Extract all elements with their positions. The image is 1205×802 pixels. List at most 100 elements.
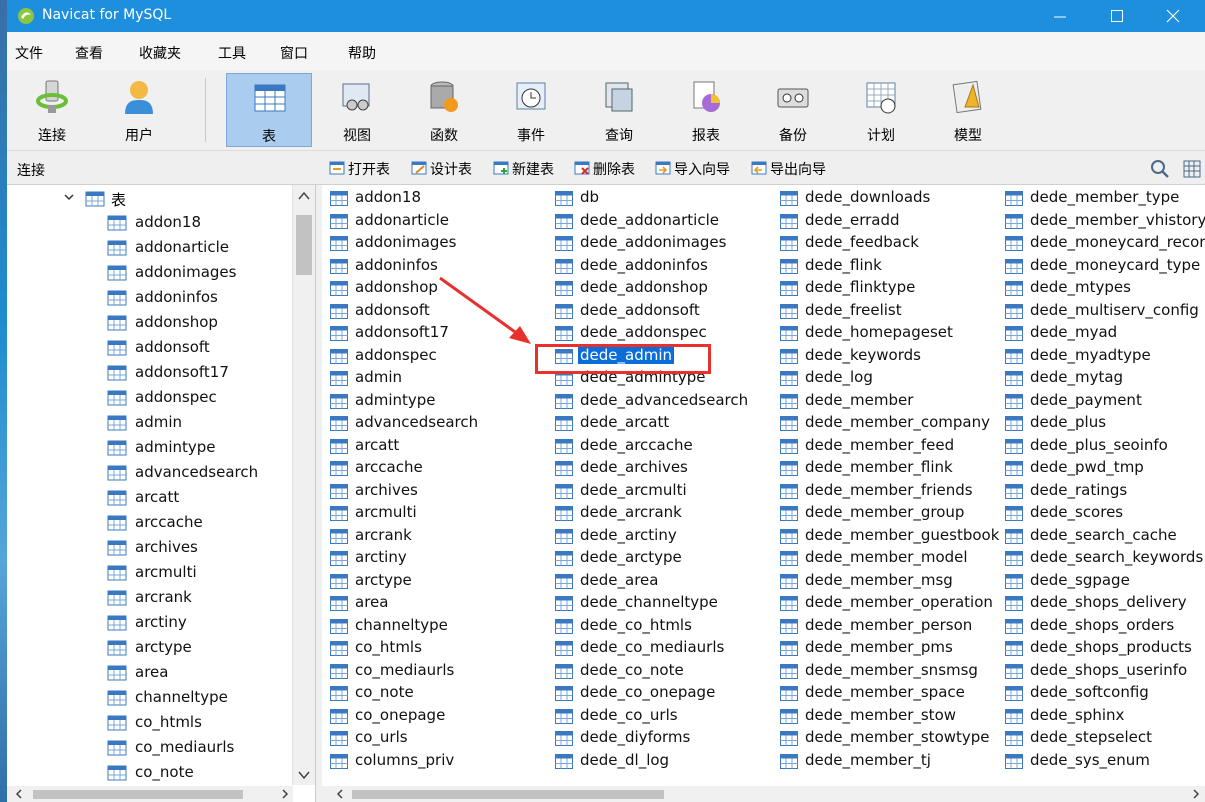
table-icon	[780, 303, 798, 319]
toolbar-model-label: 模型	[954, 128, 982, 144]
table-item-label: dede_co_onepage	[580, 683, 716, 701]
table-item-label: dede_plus	[1030, 413, 1107, 431]
scroll-down-icon[interactable]	[298, 770, 310, 780]
table-item-label: addonarticle	[355, 210, 449, 229]
table-item-label: dede_arcrank	[580, 503, 682, 521]
table-icon	[780, 528, 798, 544]
toolbar-table-label: 表	[262, 129, 276, 145]
table-item-label: dede_multiserv_config	[1030, 300, 1199, 319]
table-icon	[1005, 258, 1023, 274]
menu-favorites[interactable]: 收藏夹	[139, 43, 181, 63]
table-icon	[780, 663, 798, 679]
close-button[interactable]	[1150, 0, 1196, 32]
tree-hscroll-thumb[interactable]	[33, 790, 243, 799]
table-icon	[330, 506, 348, 521]
toolbar-report-button[interactable]: 报表	[663, 73, 749, 147]
table-icon	[107, 365, 127, 381]
toolbar-model-button[interactable]: 模型	[925, 73, 1011, 147]
table-icon	[780, 573, 798, 589]
tree-item-label: admin	[135, 413, 182, 431]
scroll-left-icon[interactable]	[336, 789, 344, 799]
table-item-label: dede_shops_userinfo	[1030, 660, 1188, 679]
table-icon	[330, 596, 348, 611]
menu-view[interactable]: 查看	[75, 43, 103, 63]
table-item-label: dede_erradd	[805, 210, 900, 229]
table-icon	[780, 416, 798, 431]
tree-root-label: 表	[111, 191, 127, 209]
scroll-right-icon[interactable]	[1192, 789, 1200, 799]
table-icon	[555, 393, 573, 409]
table-icon	[107, 490, 127, 506]
table-icon	[330, 303, 348, 319]
menu-tools[interactable]: 工具	[218, 43, 246, 63]
table-item-label: dede_member_msg	[805, 570, 953, 589]
objects-hscroll-thumb[interactable]	[352, 790, 664, 799]
import-wizard-icon	[655, 161, 671, 175]
table-item-label: dede_ratings	[1030, 480, 1128, 499]
table-item-label: area	[355, 593, 389, 611]
table-icon	[1005, 303, 1023, 319]
toolbar-view-button[interactable]: 视图	[314, 73, 400, 147]
maximize-icon	[1111, 10, 1123, 22]
search-icon[interactable]	[1150, 159, 1170, 179]
table-icon	[555, 303, 573, 319]
tree-vertical-scrollbar[interactable]	[292, 185, 315, 785]
toolbar-table-button[interactable]: 表	[226, 73, 312, 147]
toolbar-connection-button[interactable]: 连接	[9, 73, 95, 147]
scroll-left-icon[interactable]	[15, 789, 23, 799]
table-item-label: dede_member_group	[805, 503, 965, 521]
tree-item-label: arcatt	[135, 488, 180, 506]
toolbar-event-button[interactable]: 事件	[488, 73, 574, 147]
function-icon	[430, 81, 458, 112]
scroll-right-icon[interactable]	[281, 789, 289, 799]
menu-help[interactable]: 帮助	[348, 43, 376, 63]
minimize-button[interactable]	[1037, 0, 1083, 32]
toolbar-backup-button[interactable]: 备份	[750, 73, 836, 147]
table-item-label: dede_arcmulti	[580, 480, 687, 499]
menu-file[interactable]: 文件	[15, 43, 43, 63]
tree-horizontal-scrollbar[interactable]	[7, 786, 293, 802]
toolbar-schedule-button[interactable]: 计划	[838, 73, 924, 147]
table-icon	[555, 708, 573, 724]
table-item-label: addoninfos	[355, 255, 438, 274]
design-table-icon	[411, 161, 427, 175]
table-icon	[1005, 686, 1023, 701]
table-icon	[780, 506, 798, 521]
table-item-label: dede_pwd_tmp	[1030, 458, 1144, 476]
table-icon	[780, 191, 798, 206]
close-icon	[1166, 9, 1180, 23]
tree-scroll-thumb[interactable]	[296, 215, 312, 275]
title-bar: Navicat for MySQL	[7, 0, 1205, 32]
objects-horizontal-scrollbar[interactable]	[322, 786, 1205, 802]
navicat-window: Navicat for MySQL 文件 查看 收藏夹 工具 窗口 帮助 连接	[7, 0, 1205, 802]
table-icon	[555, 528, 573, 544]
chevron-down-icon[interactable]	[63, 191, 75, 203]
table-icon	[1005, 708, 1023, 724]
table-item-label: dede_dl_log	[580, 750, 670, 769]
table-icon	[107, 440, 127, 456]
menu-window[interactable]: 窗口	[280, 43, 308, 63]
table-icon	[107, 515, 127, 531]
view-icon	[342, 83, 370, 111]
table-icon	[107, 240, 127, 256]
toolbar-query-button[interactable]: 查询	[576, 73, 662, 147]
grid-view-icon[interactable]	[1182, 159, 1202, 179]
maximize-button[interactable]	[1094, 0, 1140, 32]
table-item-label: dede_downloads	[805, 188, 931, 206]
table-item-label: dede_archives	[580, 458, 688, 476]
table-item-label: admintype	[355, 390, 436, 409]
scroll-up-icon[interactable]	[298, 191, 310, 201]
design-table-label: 设计表	[430, 162, 472, 178]
table-item-label: dede_member_pms	[805, 638, 953, 656]
toolbar-user-button[interactable]: 用户	[96, 73, 182, 147]
toolbar-function-button[interactable]: 函数	[401, 73, 487, 147]
table-item-label: dede_advancedsearch	[580, 390, 749, 409]
table-item-label: db	[580, 188, 600, 206]
tree-item-label: addonimages	[135, 263, 237, 281]
table-icon	[555, 618, 573, 634]
table-item-label: dede_member_feed	[805, 435, 955, 454]
table-icon	[1005, 618, 1023, 634]
table-item-label: channeltype	[355, 615, 448, 634]
table-item-label: addonsoft17	[355, 323, 449, 341]
table-icon	[1005, 483, 1023, 499]
